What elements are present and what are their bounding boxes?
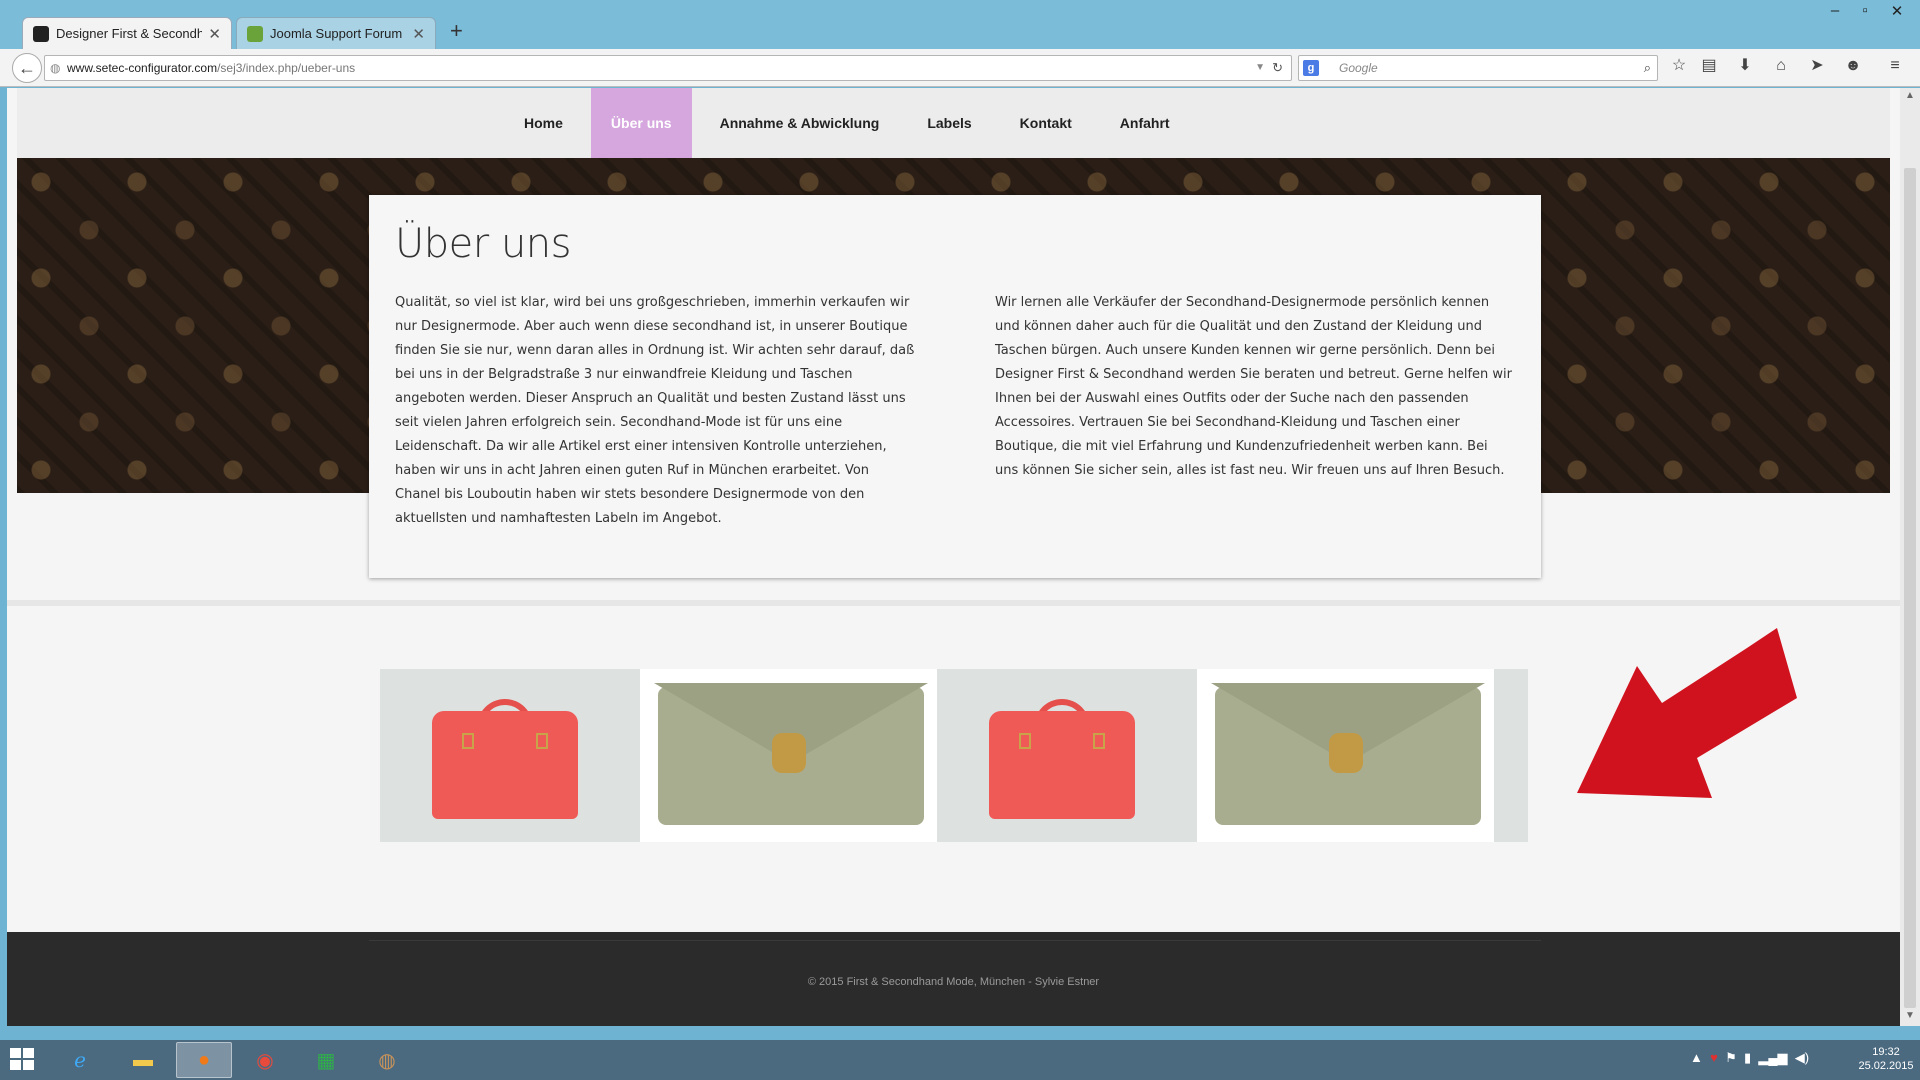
address-bar[interactable]: ◍ www.setec-configurator.com/sej3/index.… [44,55,1292,81]
bag-body-shape [989,711,1135,819]
content-card: Über uns Qualität, so viel ist klar, wir… [369,195,1541,578]
search-input[interactable]: g Google ⌕ [1298,55,1658,81]
bag-gallery-slider[interactable] [380,669,1528,842]
tab-title: Designer First & Secondha... [56,26,203,41]
clock-time: 19:32 [1872,1046,1900,1058]
bag-body-shape [432,711,578,819]
page-scrollbar[interactable]: ▲ ▼ [1900,88,1920,1026]
footer-divider [369,940,1541,941]
main-menu: Home Über uns Annahme & Abwicklung Label… [504,88,1198,158]
gallery-image-partial[interactable] [1494,669,1528,842]
network-icon[interactable]: ▂▄▆ [1758,1050,1787,1065]
menu-item-labels[interactable]: Labels [907,88,991,158]
section-divider [7,600,1900,606]
scroll-down-icon[interactable]: ▼ [1900,1010,1920,1021]
menu-item-kontakt[interactable]: Kontakt [1000,88,1092,158]
tray-arrow-icon[interactable]: ▲ [1690,1050,1703,1065]
menu-item-ueber-uns[interactable]: Über uns [590,88,692,158]
search-placeholder: Google [1339,61,1378,75]
close-window-icon[interactable]: ✕ [1882,2,1912,20]
page-viewport: Home Über uns Annahme & Abwicklung Label… [7,88,1900,1026]
gallery-image-clutch[interactable] [640,669,937,842]
file-explorer-icon[interactable]: ▬ [115,1042,171,1078]
bag-buckle-shape [1093,733,1105,749]
footer-copyright: © 2015 First & Secondhand Mode, München … [807,976,1100,988]
tray-app-icon[interactable]: ♥ [1710,1050,1718,1065]
windows-taskbar: ℯ ▬ ● ◉ ▦ ◍ ▲ ♥ ⚑ ▮ ▂▄▆ ◀) 19:32 25.02.2… [0,1040,1920,1080]
battery-icon[interactable]: ▮ [1744,1050,1751,1065]
flag-icon[interactable]: ⚑ [1725,1050,1737,1065]
taskbar-clock[interactable]: 19:32 25.02.2015 [1856,1045,1916,1073]
browser-nav-bar: ← ◍ www.setec-configurator.com/sej3/inde… [0,49,1920,87]
chrome-icon[interactable]: ◉ [237,1042,293,1078]
site-footer: © 2015 First & Secondhand Mode, München … [7,932,1900,1026]
text-column-left: Qualität, so viel ist klar, wird bei uns… [395,295,915,526]
new-tab-button[interactable]: + [450,18,463,44]
internet-explorer-icon[interactable]: ℯ [52,1042,108,1078]
maximize-icon[interactable]: ▫ [1850,2,1880,19]
google-icon[interactable]: g [1303,60,1319,76]
url-dropdown-icon[interactable]: ▼ [1255,56,1265,80]
search-icon[interactable]: ⌕ [1644,56,1651,80]
bag-buckle-shape [462,733,474,749]
url-path: /sej3/index.php/ueber-uns [217,61,356,75]
system-tray: ▲ ♥ ⚑ ▮ ▂▄▆ ◀) [1690,1050,1809,1066]
app-icon[interactable]: ◍ [359,1042,415,1078]
tab-designer-first[interactable]: Designer First & Secondha... ✕ [22,17,232,49]
globe-icon: ◍ [50,61,61,75]
scroll-thumb[interactable] [1904,168,1916,1008]
reading-list-icon[interactable]: ▤ [1698,55,1720,77]
clutch-lock-shape [1329,733,1363,773]
chat-icon[interactable]: ☻ [1842,55,1864,77]
close-tab-icon[interactable]: ✕ [412,25,425,43]
bag-buckle-shape [1019,733,1031,749]
scroll-up-icon[interactable]: ▲ [1900,90,1920,101]
volume-icon[interactable]: ◀) [1795,1050,1809,1065]
browser-title-bar: Designer First & Secondha... ✕ Joomla Su… [0,0,1920,49]
joomla-favicon-icon [247,25,263,42]
tab-joomla-forum[interactable]: Joomla Support Forum :: N... ✕ [236,17,436,49]
windows-start-icon[interactable] [10,1048,36,1072]
menu-item-annahme[interactable]: Annahme & Abwicklung [700,88,900,158]
tab-title: Joomla Support Forum :: N... [270,26,406,41]
download-icon[interactable]: ⬇ [1734,55,1756,77]
gallery-image-clutch[interactable] [1197,669,1494,842]
bag-buckle-shape [536,733,548,749]
reload-icon[interactable]: ↻ [1272,56,1283,80]
excel-icon[interactable]: ▦ [298,1042,354,1078]
text-column-right: Wir lernen alle Verkäufer der Secondhand… [995,295,1512,478]
menu-item-home[interactable]: Home [504,88,583,158]
annotation-arrow-icon [1577,628,1797,798]
gallery-image-red-bag[interactable] [380,669,640,842]
close-tab-icon[interactable]: ✕ [208,25,221,43]
back-button[interactable]: ← [12,53,42,83]
firefox-icon[interactable]: ● [176,1042,232,1078]
bookmark-star-icon[interactable]: ☆ [1668,55,1690,77]
minimize-icon[interactable]: – [1820,2,1850,19]
home-icon[interactable]: ⌂ [1770,55,1792,77]
site-favicon-icon [33,25,49,42]
url-domain: www.setec-configurator.com [67,61,218,75]
clock-date: 25.02.2015 [1858,1060,1914,1072]
menu-hamburger-icon[interactable]: ≡ [1884,55,1906,77]
menu-item-anfahrt[interactable]: Anfahrt [1100,88,1190,158]
site-header: Home Über uns Annahme & Abwicklung Label… [17,88,1890,158]
page-title: Über uns [395,221,571,267]
send-icon[interactable]: ➤ [1806,55,1828,77]
clutch-lock-shape [772,733,806,773]
gallery-image-red-bag[interactable] [937,669,1197,842]
